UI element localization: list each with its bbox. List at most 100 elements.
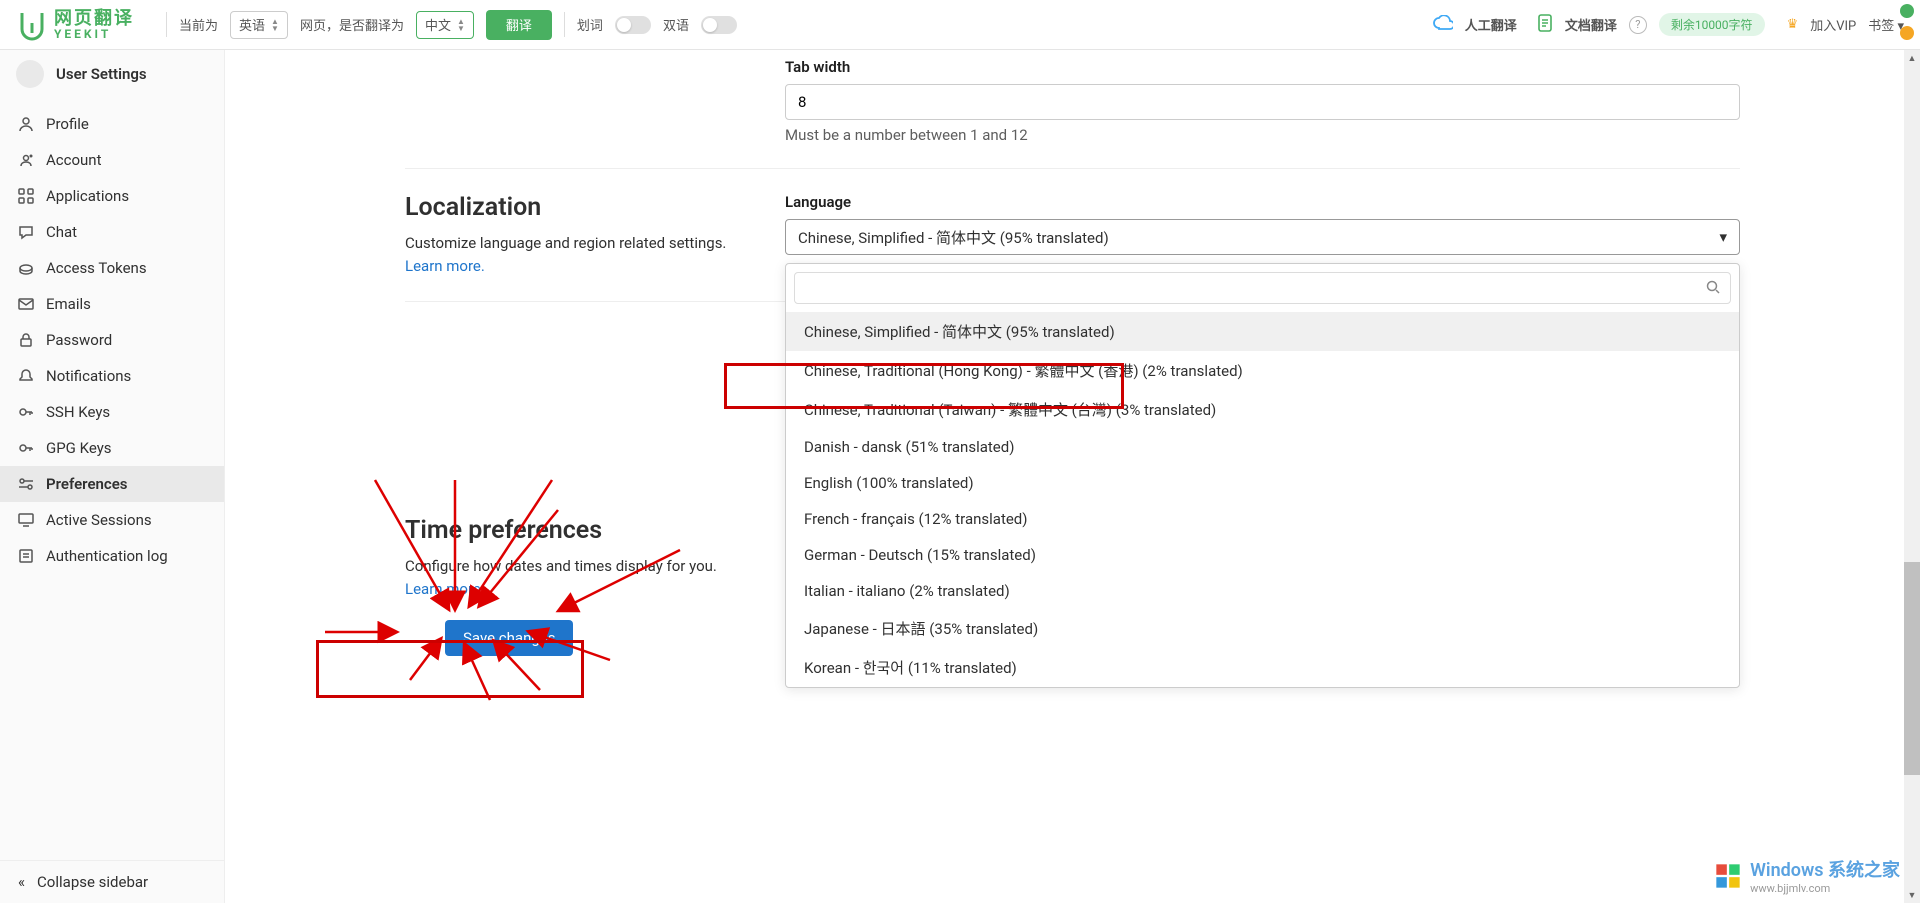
chevron-down-icon: ▾	[1719, 228, 1727, 246]
chars-remaining-badge[interactable]: 剩余10000字符	[1659, 13, 1765, 36]
language-label: Language	[785, 193, 1740, 211]
label-translate-to: 网页，是否翻译为	[300, 15, 404, 34]
bilingual-toggle[interactable]	[701, 16, 737, 34]
language-option[interactable]: Italian - italiano (2% translated)	[786, 573, 1739, 609]
source-lang-select[interactable]: 英语▲▼	[230, 11, 288, 39]
cloud-icon	[1433, 15, 1453, 35]
sidebar-title: User Settings	[56, 65, 147, 83]
tabwidth-help: Must be a number between 1 and 12	[785, 126, 1740, 144]
tabwidth-label: Tab width	[785, 58, 1740, 76]
sidebar-item-label: Chat	[46, 223, 77, 241]
join-vip-link[interactable]: 加入VIP	[1810, 15, 1856, 34]
language-option[interactable]: Chinese, Simplified - 简体中文 (95% translat…	[786, 312, 1739, 351]
sessions-icon	[18, 512, 34, 528]
avatar[interactable]	[16, 60, 44, 88]
save-changes-button[interactable]: Save changes	[445, 620, 573, 656]
language-search-input[interactable]	[805, 280, 1706, 296]
settings-content: Tab width Must be a number between 1 and…	[225, 50, 1920, 903]
label-wordsel: 划词	[577, 15, 603, 34]
language-option[interactable]: Chinese, Traditional (Taiwan) - 繁體中文 (台灣…	[786, 390, 1739, 429]
sidebar-item-label: Emails	[46, 295, 91, 313]
status-dot-orange[interactable]	[1900, 26, 1914, 40]
language-option[interactable]: Danish - dansk (51% translated)	[786, 429, 1739, 465]
sidebar-item-label: Access Tokens	[46, 259, 147, 277]
apps-icon	[18, 188, 34, 204]
logo-text-cn: 网页翻译	[54, 10, 134, 28]
watermark: Windows 系统之家 www.bjjmlv.com	[1714, 856, 1900, 895]
sidebar-item-label: Preferences	[46, 475, 128, 493]
target-lang-select[interactable]: 中文▲▼	[416, 11, 474, 39]
page-scrollbar[interactable]: ▲ ▼	[1904, 50, 1920, 903]
localization-heading: Localization	[405, 193, 745, 222]
bookmarks-link[interactable]: 书签 ▾	[1868, 15, 1904, 34]
status-dot-green[interactable]	[1900, 4, 1914, 18]
sidebar-item-password[interactable]: Password	[0, 322, 224, 358]
collapse-icon: «	[18, 873, 25, 891]
sidebar-item-label: Account	[46, 151, 102, 169]
sidebar: User Settings Profile Account Applications…	[0, 50, 225, 903]
auth-icon	[18, 548, 34, 564]
logo-text-en: YEEKIT	[54, 28, 134, 40]
collapse-sidebar[interactable]: « Collapse sidebar	[0, 860, 224, 903]
scroll-down-arrow[interactable]: ▼	[1904, 887, 1920, 903]
profile-icon	[18, 116, 34, 132]
sidebar-item-ssh[interactable]: SSH Keys	[0, 394, 224, 430]
chat-icon	[18, 224, 34, 240]
localization-desc: Customize language and region related se…	[405, 234, 726, 252]
sidebar-item-label: SSH Keys	[46, 403, 110, 421]
label-current: 当前为	[179, 15, 218, 34]
language-dropdown: Chinese, Simplified - 简体中文 (95% translat…	[785, 263, 1740, 688]
ssh-icon	[18, 404, 34, 420]
sidebar-item-notify[interactable]: Notifications	[0, 358, 224, 394]
sidebar-item-auth[interactable]: Authentication log	[0, 538, 224, 574]
account-icon	[18, 152, 34, 168]
sidebar-item-profile[interactable]: Profile	[0, 106, 224, 142]
time-learn-more[interactable]: Learn more.	[405, 580, 485, 598]
sidebar-item-label: Notifications	[46, 367, 131, 385]
token-icon	[18, 260, 34, 276]
sidebar-item-label: Active Sessions	[46, 511, 152, 529]
wordsel-toggle[interactable]	[615, 16, 651, 34]
yeekit-logo: 网页翻译 YEEKIT	[16, 9, 134, 41]
sidebar-item-emails[interactable]: Emails	[0, 286, 224, 322]
language-select[interactable]: Chinese, Simplified - 简体中文 (95% translat…	[785, 219, 1740, 255]
time-desc: Configure how dates and times display fo…	[405, 557, 717, 575]
windows-icon	[1714, 862, 1742, 890]
language-option[interactable]: Korean - 한국어 (11% translated)	[786, 648, 1739, 687]
gpg-icon	[18, 440, 34, 456]
emails-icon	[18, 296, 34, 312]
sidebar-item-label: Applications	[46, 187, 129, 205]
sidebar-item-label: GPG Keys	[46, 439, 112, 457]
sidebar-item-label: Password	[46, 331, 112, 349]
tabwidth-input[interactable]	[785, 84, 1740, 120]
language-option[interactable]: French - français (12% translated)	[786, 501, 1739, 537]
language-option[interactable]: Chinese, Traditional (Hong Kong) - 繁體中文 …	[786, 351, 1739, 390]
sidebar-item-prefs[interactable]: Preferences	[0, 466, 224, 502]
time-heading: Time preferences	[405, 516, 745, 545]
logo-icon	[16, 9, 48, 41]
notify-icon	[18, 368, 34, 384]
translate-button[interactable]: 翻译	[486, 10, 552, 40]
help-icon[interactable]: ?	[1629, 16, 1647, 34]
language-option[interactable]: English (100% translated)	[786, 465, 1739, 501]
scroll-up-arrow[interactable]: ▲	[1904, 50, 1920, 66]
language-option[interactable]: German - Deutsch (15% translated)	[786, 537, 1739, 573]
search-icon	[1706, 279, 1720, 298]
doc-translate-link[interactable]: 文档翻译	[1565, 15, 1617, 34]
translation-toolbar: 网页翻译 YEEKIT 当前为 英语▲▼ 网页，是否翻译为 中文▲▼ 翻译 划词…	[0, 0, 1920, 50]
crown-icon: ♛	[1787, 17, 1799, 32]
sidebar-item-chat[interactable]: Chat	[0, 214, 224, 250]
sidebar-item-account[interactable]: Account	[0, 142, 224, 178]
sidebar-item-gpg[interactable]: GPG Keys	[0, 430, 224, 466]
sidebar-item-label: Authentication log	[46, 547, 168, 565]
sidebar-item-apps[interactable]: Applications	[0, 178, 224, 214]
localization-learn-more[interactable]: Learn more.	[405, 257, 485, 275]
human-translate-link[interactable]: 人工翻译	[1465, 15, 1517, 34]
doc-icon	[1537, 14, 1553, 36]
language-option[interactable]: Japanese - 日本語 (35% translated)	[786, 609, 1739, 648]
prefs-icon	[18, 476, 34, 492]
sidebar-item-token[interactable]: Access Tokens	[0, 250, 224, 286]
sidebar-item-label: Profile	[46, 115, 89, 133]
sidebar-item-sessions[interactable]: Active Sessions	[0, 502, 224, 538]
password-icon	[18, 332, 34, 348]
